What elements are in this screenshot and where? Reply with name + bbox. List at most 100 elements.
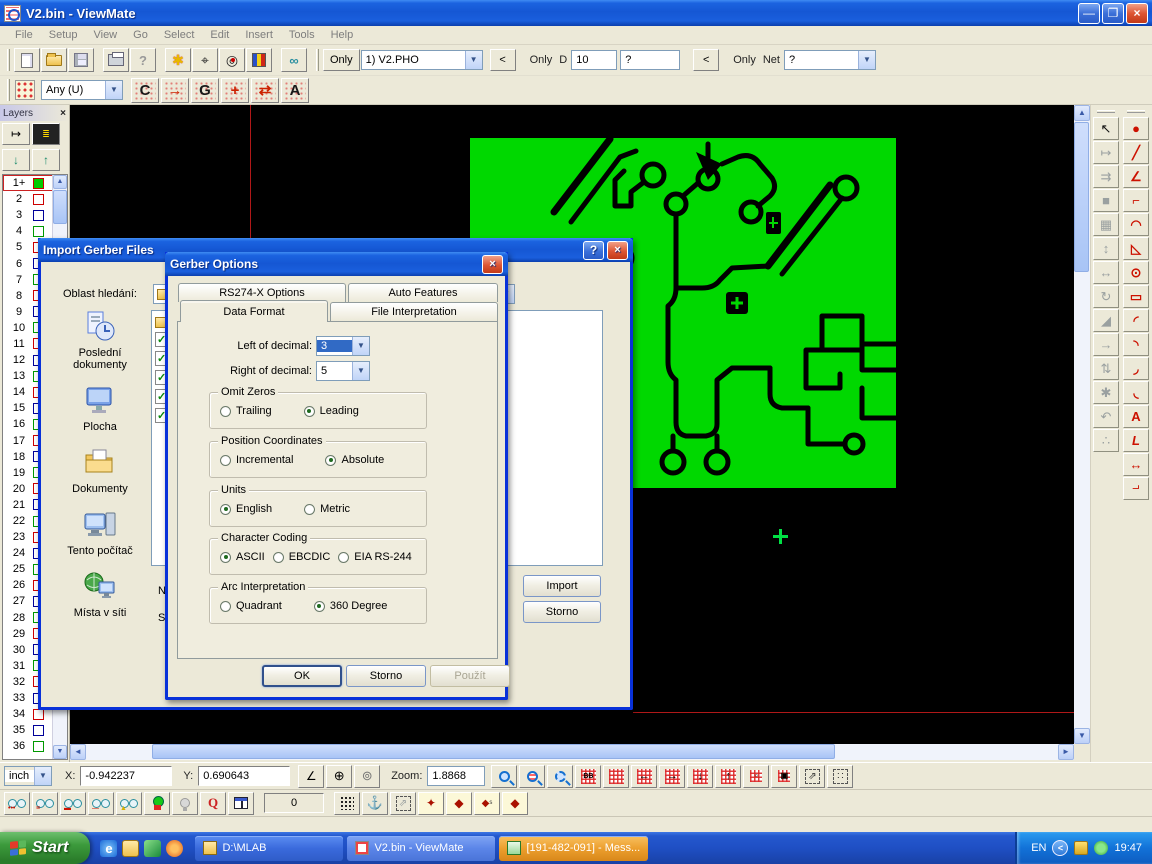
snap-s-button[interactable]: ◆s bbox=[474, 792, 500, 815]
layer-color-swatch[interactable] bbox=[33, 194, 44, 205]
ok-button[interactable]: OK bbox=[262, 665, 342, 687]
grid-red-button[interactable] bbox=[603, 765, 629, 788]
layer-color-swatch[interactable] bbox=[33, 741, 44, 752]
flip-horizontal-button[interactable]: ↔ bbox=[1093, 261, 1119, 284]
view-filled-button[interactable]: ▬ bbox=[60, 792, 86, 815]
selection-pattern-icon[interactable] bbox=[15, 80, 35, 100]
circle-select-icon[interactable]: ◎ bbox=[219, 48, 245, 72]
task-folder[interactable]: D:\MLAB bbox=[195, 836, 343, 861]
chevron-down-icon[interactable]: ▼ bbox=[465, 51, 482, 69]
draw-polyline-button[interactable]: ∠ bbox=[1123, 165, 1149, 188]
radio-icon[interactable] bbox=[220, 601, 231, 612]
origin-button[interactable]: ⊕ bbox=[326, 765, 352, 788]
scroll-left-icon[interactable]: ◄ bbox=[70, 744, 86, 760]
print-icon[interactable] bbox=[103, 48, 129, 72]
dcode-input[interactable]: 10 bbox=[571, 50, 617, 70]
zoom-in-button[interactable] bbox=[491, 765, 517, 788]
draw-triangle-button[interactable]: ◺ bbox=[1123, 237, 1149, 260]
measure-button[interactable]: ⇗ bbox=[390, 792, 416, 815]
place-m-sta-v-s-ti[interactable]: Místa v síti bbox=[53, 570, 147, 619]
cursor-button[interactable]: ↖ bbox=[1093, 117, 1119, 140]
square-pad-button[interactable]: ▦ bbox=[1093, 213, 1119, 236]
undo-button[interactable]: ↶ bbox=[1093, 405, 1119, 428]
radio-icon[interactable] bbox=[325, 455, 336, 466]
draw-arc-angle-button[interactable]: ◠ bbox=[1123, 213, 1149, 236]
snap-star-button[interactable]: ✦ bbox=[418, 792, 444, 815]
radio-ascii[interactable]: ASCII bbox=[220, 551, 265, 563]
language-indicator[interactable]: EN bbox=[1031, 842, 1046, 854]
swap-button[interactable]: ⇄ bbox=[251, 78, 279, 103]
only-dcode-label[interactable]: Only bbox=[527, 54, 556, 66]
minimize-button[interactable]: — bbox=[1078, 3, 1100, 24]
vertical-scrollbar[interactable]: ▲ ▼ bbox=[1074, 105, 1090, 744]
options-cancel-button[interactable]: Storno bbox=[346, 665, 426, 687]
menu-select[interactable]: Select bbox=[157, 27, 202, 43]
radio-icon[interactable] bbox=[220, 552, 231, 563]
import-cancel-button[interactable]: Storno bbox=[523, 601, 601, 623]
radio-icon[interactable] bbox=[220, 455, 231, 466]
layer-jump-button[interactable]: ↦ bbox=[2, 123, 30, 145]
save-icon[interactable] bbox=[68, 48, 94, 72]
place-posledn-dokumenty[interactable]: Poslední dokumenty bbox=[53, 310, 147, 371]
pad-plus-button[interactable]: + bbox=[221, 78, 249, 103]
draw-arc-se-button[interactable]: ◞ bbox=[1123, 357, 1149, 380]
anchor-button[interactable]: ⚓ bbox=[362, 792, 388, 815]
goto-arrow-button[interactable]: → bbox=[161, 78, 189, 103]
grid-up-button[interactable]: ↑ bbox=[715, 765, 741, 788]
grid-bb-button[interactable]: BB bbox=[575, 765, 601, 788]
zoom-input[interactable]: 1.8868 bbox=[427, 766, 485, 786]
restore-button[interactable]: ❐ bbox=[1102, 3, 1124, 24]
layer-scroll-thumb[interactable] bbox=[53, 190, 67, 224]
left-of-decimal-combo[interactable]: 3 ▼ bbox=[316, 336, 370, 356]
grid-down-button[interactable]: ↓ bbox=[687, 765, 713, 788]
gerber-options-titlebar[interactable]: Gerber Options × bbox=[165, 252, 508, 276]
grid-copy-button[interactable]: ▫ bbox=[743, 765, 769, 788]
menu-edit[interactable]: Edit bbox=[203, 27, 236, 43]
chevron-down-icon[interactable]: ▼ bbox=[105, 81, 122, 99]
radio-metric[interactable]: Metric bbox=[304, 503, 350, 515]
move-point-button[interactable]: ↦ bbox=[1093, 141, 1119, 164]
context-help-icon[interactable]: ? bbox=[130, 48, 156, 72]
close-icon[interactable]: × bbox=[607, 241, 628, 260]
close-icon[interactable]: × bbox=[482, 255, 503, 274]
radio-english[interactable]: English bbox=[220, 503, 272, 515]
chevron-down-icon[interactable]: ▼ bbox=[352, 337, 369, 355]
layer-down-button[interactable]: ↓ bbox=[2, 149, 30, 171]
radio-incremental[interactable]: Incremental bbox=[220, 454, 293, 466]
draw-bend-button[interactable]: ⌐ bbox=[1123, 477, 1149, 500]
layer-color-swatch[interactable] bbox=[33, 709, 44, 720]
prev-dcode-button[interactable]: < bbox=[490, 49, 516, 71]
panel-window-button[interactable] bbox=[228, 792, 254, 815]
units-combo[interactable]: inch ▼ bbox=[4, 766, 52, 786]
hscroll-thumb[interactable] bbox=[152, 744, 835, 759]
draw-label-button[interactable]: L bbox=[1123, 429, 1149, 452]
draw-arc-ne-button[interactable]: ◝ bbox=[1123, 333, 1149, 356]
radio-leading[interactable]: Leading bbox=[304, 405, 359, 417]
close-icon[interactable]: × bbox=[60, 108, 66, 119]
scroll-up-icon[interactable]: ▲ bbox=[53, 175, 67, 189]
apply-button[interactable]: Použít bbox=[430, 665, 510, 687]
zoom-grid-button[interactable] bbox=[519, 765, 545, 788]
grid-paste-button[interactable]: ▣ bbox=[771, 765, 797, 788]
place-dokumenty[interactable]: Dokumenty bbox=[53, 446, 147, 495]
snap-diamond-button[interactable]: ◆ bbox=[446, 792, 472, 815]
place-plocha[interactable]: Plocha bbox=[53, 384, 147, 433]
layer-table-button[interactable]: ≣ bbox=[32, 123, 60, 145]
flash-icon[interactable]: ✱ bbox=[165, 48, 191, 72]
rotate-button[interactable]: ↻ bbox=[1093, 285, 1119, 308]
close-button[interactable]: × bbox=[1126, 3, 1148, 24]
right-of-decimal-combo[interactable]: 5 ▼ bbox=[316, 361, 370, 381]
text-a-button[interactable]: A bbox=[281, 78, 309, 103]
task-message[interactable]: [191-482-091] - Mess... bbox=[499, 836, 648, 861]
settings-button[interactable]: ✱ bbox=[1093, 381, 1119, 404]
square-fill-button[interactable]: ■ bbox=[1093, 189, 1119, 212]
layer-color-swatch[interactable] bbox=[33, 226, 44, 237]
horizontal-scrollbar[interactable]: ◄ ► bbox=[70, 744, 1074, 760]
chevron-down-icon[interactable]: ▼ bbox=[34, 767, 51, 785]
quick-launch-ie-icon[interactable]: e bbox=[100, 840, 117, 857]
menu-setup[interactable]: Setup bbox=[42, 27, 85, 43]
only-layer-button[interactable]: Only bbox=[323, 49, 360, 71]
tab-auto-features[interactable]: Auto Features bbox=[348, 283, 498, 302]
radio-quadrant[interactable]: Quadrant bbox=[220, 600, 282, 612]
lamp-off-button[interactable] bbox=[172, 792, 198, 815]
